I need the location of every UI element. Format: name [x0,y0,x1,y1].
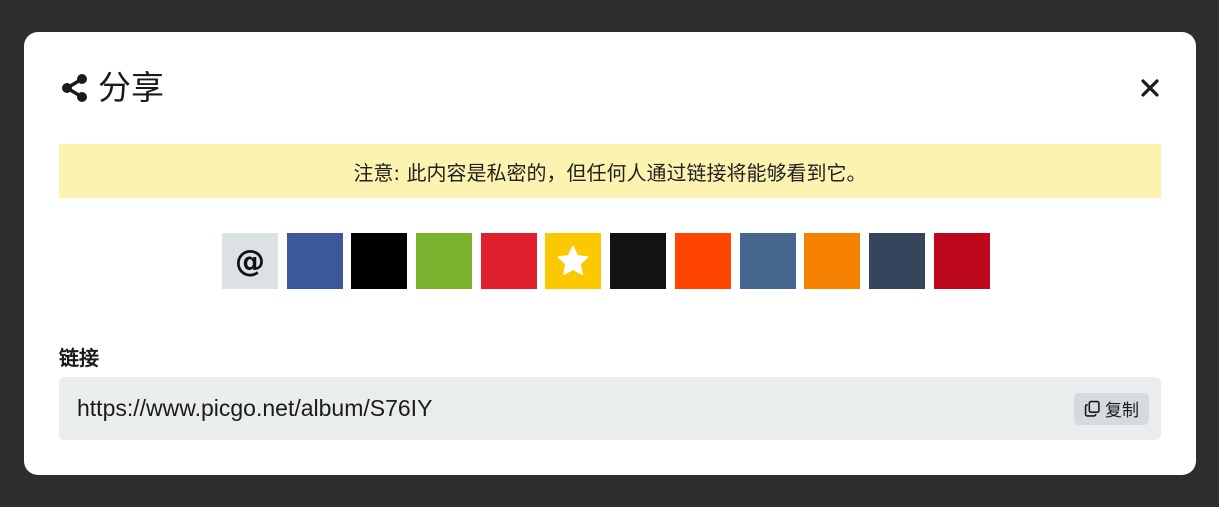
copy-icon [1084,400,1100,417]
link-input[interactable] [59,377,1074,440]
share-vk-button[interactable] [739,233,796,289]
share-crimson-button[interactable] [933,233,990,289]
link-label: 链接 [59,346,99,370]
close-icon [1141,79,1159,97]
share-icon [59,72,91,104]
copy-label: 复制 [1105,401,1139,421]
star-icon [558,245,589,275]
copy-button[interactable]: 复制 [1074,392,1149,425]
share-reddit-button[interactable] [674,233,731,289]
dialog-header: 分享 [59,68,1166,108]
share-orange-button[interactable] [804,233,861,289]
share-buttons: @ [222,233,990,289]
share-facebook-button[interactable] [286,233,343,289]
close-button[interactable] [1134,72,1166,104]
share-red-button[interactable] [480,233,537,289]
share-green-button[interactable] [416,233,473,289]
share-x-button[interactable] [351,233,408,289]
share-email-button[interactable]: @ [222,233,278,289]
dialog-title: 分享 [98,68,164,107]
share-dialog: 分享 注意: 此内容是私密的，但任何人通过链接将能够看到它。 @ 链接 http… [24,32,1196,475]
share-star-button[interactable] [545,233,602,289]
share-black-button[interactable] [610,233,667,289]
privacy-notice: 注意: 此内容是私密的，但任何人通过链接将能够看到它。 [59,144,1161,198]
share-slate-button[interactable] [868,233,925,289]
link-field: 复制 [59,377,1161,440]
